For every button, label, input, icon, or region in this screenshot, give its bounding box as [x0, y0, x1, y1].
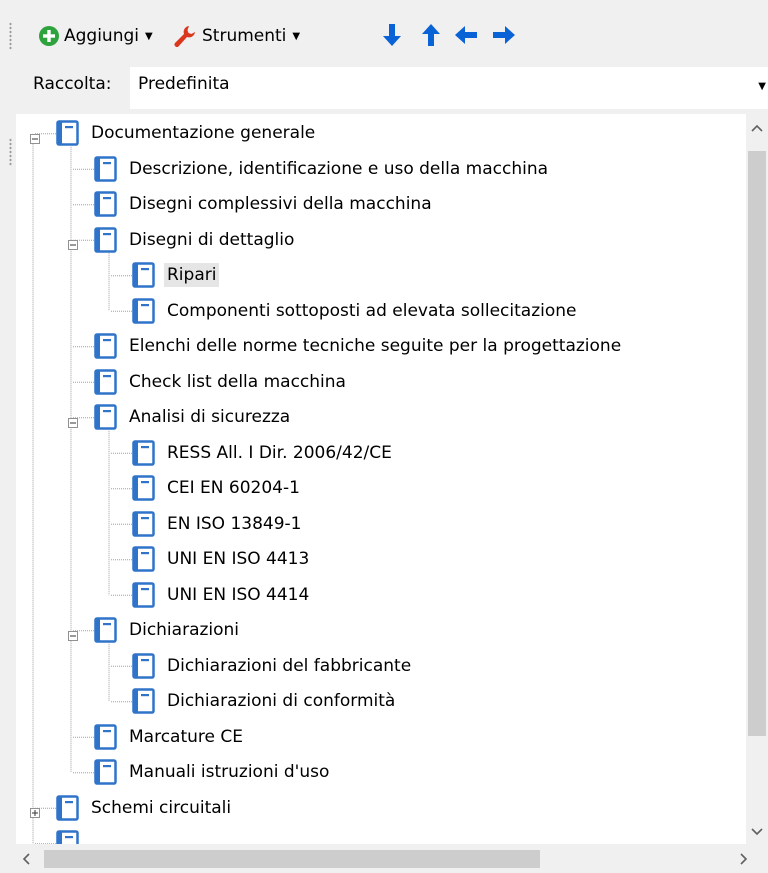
arrow-up-icon[interactable] [419, 22, 443, 48]
document-icon [132, 581, 155, 608]
tree-item-label: Ripari [164, 263, 220, 287]
tree-item-label: CEI EN 60204-1 [167, 478, 300, 498]
document-icon [94, 226, 117, 253]
tree-item-disegni-complessivi-della-macchina[interactable]: Disegni complessivi della macchina [94, 188, 435, 220]
tree-item-documentazione-generale[interactable]: Documentazione generale [56, 117, 318, 149]
tree-item-label: Dichiarazioni di conformità [167, 691, 396, 711]
add-button-label: Aggiungi [64, 26, 139, 46]
tree-item-manuali-istruzioni-d-uso[interactable]: Manuali istruzioni d'uso [94, 756, 332, 788]
document-icon [94, 404, 117, 430]
tree-item-uni-en-iso-4414[interactable]: UNI EN ISO 4414 [132, 579, 312, 611]
tree-view[interactable]: Documentazione generale Descrizione, iden… [16, 114, 768, 844]
arrow-left-icon[interactable] [453, 22, 479, 48]
scroll-down-icon[interactable] [746, 820, 768, 842]
tree-item-cei-en-60204-1[interactable]: CEI EN 60204-1 [132, 472, 303, 504]
tree-item-uni-en-iso-4413[interactable]: UNI EN ISO 4413 [132, 543, 312, 575]
document-icon [94, 368, 117, 395]
tree-item-label: Documentazione generale [91, 123, 316, 143]
tree-item-label: Disegni di dettaglio [129, 229, 295, 250]
vertical-scroll-thumb[interactable] [748, 151, 766, 736]
collapse-icon[interactable] [30, 129, 40, 144]
tree-item-schemi-circuitali[interactable]: Schemi circuitali [56, 792, 234, 824]
tree-item-label: Analisi di sicurezza [129, 407, 291, 427]
tree-item-label: Descrizione, identificazione e uso della… [129, 158, 549, 179]
tree-item-ripari[interactable]: Ripari [132, 259, 220, 291]
tree-item-label: Componenti sottoposti ad elevata solleci… [167, 300, 577, 321]
vertical-scrollbar[interactable] [746, 114, 768, 844]
document-icon [94, 191, 117, 217]
tree-item-en-iso-13849-1[interactable]: EN ISO 13849-1 [132, 508, 304, 540]
document-icon [94, 617, 117, 643]
document-icon [94, 723, 117, 750]
chevron-down-icon: ▼ [292, 30, 301, 42]
tree-item-label: Schemi circuitali [91, 797, 232, 818]
tree-item-label: Dichiarazioni del fabbricante [167, 655, 412, 676]
tree-item-elenchi-delle-norme-tecniche-seguite-per-la-progettazione[interactable]: Elenchi delle norme tecniche seguite per… [94, 330, 624, 362]
tree-item-label: Check list della macchina [129, 371, 346, 392]
tree-item-label: UNI EN ISO 4413 [167, 549, 310, 569]
collection-grip[interactable] [9, 138, 12, 166]
collapse-icon[interactable] [68, 235, 78, 251]
tools-button[interactable]: Strumenti ▼ [172, 20, 300, 52]
tree-item-label: EN ISO 13849-1 [167, 513, 302, 534]
document-icon [94, 333, 117, 359]
tree-item-disegni-di-dettaglio[interactable]: Disegni di dettaglio [94, 224, 297, 256]
collapse-icon[interactable] [68, 626, 78, 641]
chevron-down-icon: ▼ [145, 30, 153, 42]
tree-item-componenti-sottoposti-ad-elevata-sollecitazione[interactable]: Componenti sottoposti ad elevata solleci… [132, 295, 579, 327]
tree-item-ress-all-i-dir-2006-42-ce[interactable]: RESS All. I Dir. 2006/42/CE [132, 437, 395, 469]
tree-item-label: Marcature CE [129, 726, 243, 747]
collection-select[interactable]: Predefinita ▼ [130, 67, 768, 109]
scroll-up-icon[interactable] [746, 118, 768, 140]
tree-item-label: Elenchi delle norme tecniche seguite per… [129, 336, 622, 356]
document-icon [94, 759, 117, 785]
tree-item-marcature-ce[interactable]: Marcature CE [94, 721, 246, 753]
document-icon [132, 439, 155, 466]
tree-item-analisi-di-sicurezza[interactable]: Analisi di sicurezza [94, 401, 293, 433]
tree-item-label: RESS All. I Dir. 2006/42/CE [167, 442, 392, 463]
toolbar-grip[interactable] [9, 22, 12, 50]
arrow-down-icon[interactable] [380, 22, 404, 48]
scroll-left-icon[interactable] [16, 848, 38, 870]
document-icon [132, 688, 155, 714]
collection-value: Predefinita [138, 74, 230, 94]
expand-icon[interactable] [30, 803, 40, 819]
document-icon [132, 475, 155, 501]
horizontal-scroll-thumb[interactable] [44, 850, 540, 868]
document-icon [132, 652, 155, 679]
tree-item-check-list-della-macchina[interactable]: Check list della macchina [94, 366, 349, 398]
collection-label: Raccolta: [33, 74, 112, 94]
tree-item-label: Manuali istruzioni d'uso [129, 762, 330, 782]
arrow-right-icon[interactable] [491, 22, 517, 48]
scroll-right-icon[interactable] [732, 848, 754, 870]
tree-item-descrizione-identificazione-e-uso-della-macchina[interactable]: Descrizione, identificazione e uso della… [94, 153, 551, 185]
tools-button-label: Strumenti [202, 26, 287, 46]
wrench-icon [174, 26, 195, 48]
document-icon [132, 262, 155, 288]
add-button[interactable]: Aggiungi ▼ [38, 20, 153, 52]
tree-item-dichiarazioni-del-fabbricante[interactable]: Dichiarazioni del fabbricante [132, 650, 414, 682]
tree-item-dichiarazioni[interactable]: Dichiarazioni [94, 614, 242, 646]
tree-item-dichiarazioni-di-conformita[interactable]: Dichiarazioni di conformità [132, 685, 398, 717]
document-icon [132, 546, 155, 572]
tree-item-partial[interactable] [56, 827, 94, 844]
document-icon [94, 155, 117, 182]
chevron-down-icon: ▼ [758, 81, 766, 92]
document-icon [56, 120, 79, 146]
tree-item-label: UNI EN ISO 4414 [167, 584, 310, 605]
plus-circle-icon [39, 26, 59, 46]
document-icon [132, 510, 155, 537]
document-icon [56, 794, 79, 821]
collapse-icon[interactable] [68, 413, 78, 428]
document-icon [56, 830, 79, 844]
tree-item-label: Dichiarazioni [129, 620, 240, 640]
horizontal-scrollbar[interactable] [16, 844, 768, 873]
document-icon [132, 297, 155, 324]
toolbar: Aggiungi ▼ Strumenti ▼ [0, 0, 768, 64]
tree-item-label: Disegni complessivi della macchina [129, 194, 432, 214]
